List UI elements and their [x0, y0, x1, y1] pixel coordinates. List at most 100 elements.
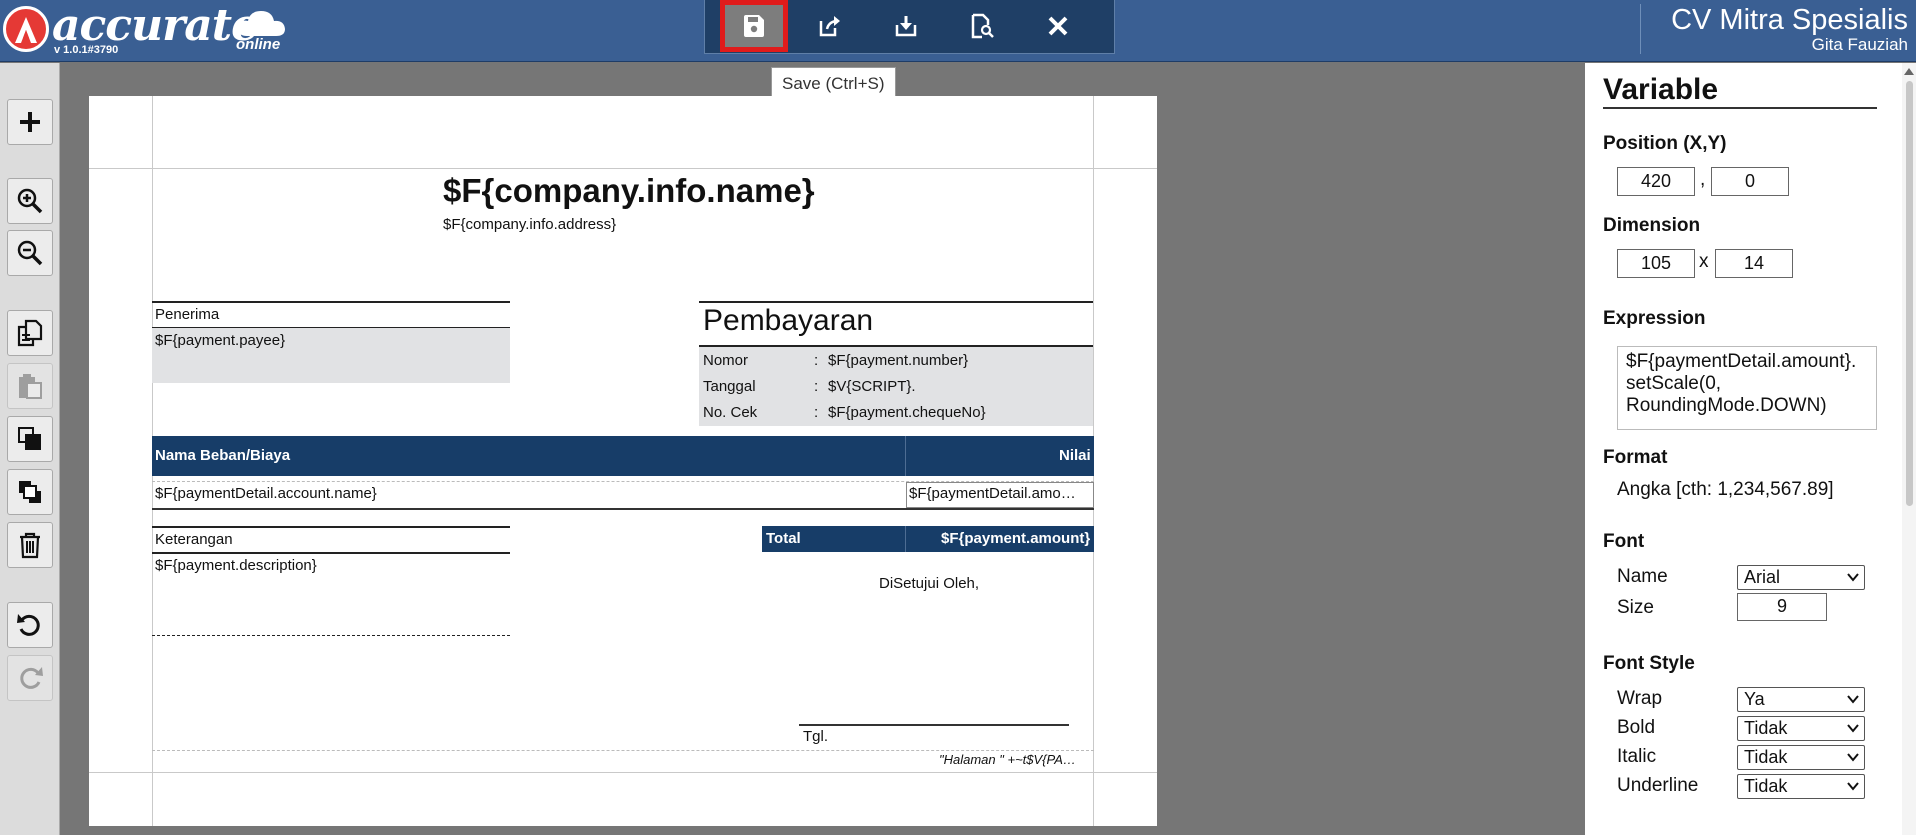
chevron-down-icon — [1847, 753, 1859, 762]
page-number-field[interactable]: "Halaman " +~t$V{PA… — [939, 752, 1076, 767]
scroll-up-icon[interactable] — [1904, 67, 1914, 75]
notes-label[interactable]: Keterangan — [155, 531, 233, 548]
detail-row-bottom-line — [152, 508, 1094, 510]
expression-line-3: RoundingMode.DOWN) — [1626, 395, 1827, 416]
header-name-column[interactable]: Nama Beban/Biaya — [155, 447, 290, 464]
zoom-in-button[interactable] — [7, 178, 53, 224]
company-info: CV Mitra Spesialis Gita Fauziah — [1671, 4, 1908, 55]
total-label[interactable]: Total — [766, 530, 801, 547]
band-guide-bottom — [89, 772, 1157, 773]
payee-field[interactable]: $F{payment.payee} — [155, 332, 285, 349]
send-to-back-button[interactable] — [7, 469, 53, 515]
report-page[interactable]: $F{company.info.name} $F{company.info.ad… — [89, 96, 1157, 826]
panel-scrollbar[interactable] — [1902, 63, 1916, 835]
underline-selected: Tidak — [1744, 776, 1788, 796]
bold-selected: Tidak — [1744, 718, 1788, 738]
approved-by-label[interactable]: DiSetujui Oleh, — [879, 575, 979, 592]
info-sep-cheque: : — [814, 404, 819, 421]
total-amount-field[interactable]: $F{payment.amount} — [941, 530, 1090, 547]
copy-button[interactable] — [7, 310, 53, 356]
italic-label: Italic — [1617, 746, 1657, 767]
wrap-select[interactable]: Ya — [1737, 687, 1865, 712]
close-button[interactable] — [1028, 4, 1088, 48]
export-icon — [819, 16, 840, 37]
send-back-icon — [19, 481, 41, 503]
panel-title-rule — [1603, 107, 1877, 109]
accurate-logo-icon — [3, 6, 49, 52]
font-name-select[interactable]: Arial — [1737, 565, 1865, 590]
info-label-cheque[interactable]: No. Cek — [703, 404, 757, 421]
header-value-column[interactable]: Nilai — [1059, 447, 1091, 464]
user-name: Gita Fauziah — [1811, 35, 1908, 54]
paste-button[interactable] — [7, 363, 53, 409]
redo-button[interactable] — [7, 655, 53, 701]
delete-button[interactable] — [7, 522, 53, 568]
format-value[interactable]: Angka [cth: 1,234,567.89] — [1617, 479, 1834, 501]
info-value-date[interactable]: $V{SCRIPT}. — [828, 378, 916, 395]
info-value-cheque[interactable]: $F{payment.chequeNo} — [828, 404, 986, 421]
brand-suffix: online — [236, 36, 281, 53]
underline-select[interactable]: Tidak — [1737, 774, 1865, 799]
signature-date-label[interactable]: Tgl. — [803, 728, 828, 745]
info-label-date[interactable]: Tanggal — [703, 378, 756, 395]
export-button[interactable] — [800, 4, 860, 48]
italic-selected: Tidak — [1744, 747, 1788, 767]
redo-icon — [20, 667, 43, 689]
add-element-button[interactable] — [7, 99, 53, 145]
dimension-width-input[interactable]: 105 — [1617, 249, 1695, 278]
italic-select[interactable]: Tidak — [1737, 745, 1865, 770]
header-column-divider — [905, 436, 906, 476]
zoom-out-button[interactable] — [7, 230, 53, 276]
notes-dashed-line — [152, 635, 510, 636]
position-label: Position (X,Y) — [1603, 133, 1727, 154]
expression-label: Expression — [1603, 308, 1706, 329]
info-sep-date: : — [814, 378, 819, 395]
wrap-selected: Ya — [1744, 689, 1765, 709]
font-size-label: Size — [1617, 597, 1654, 618]
payment-title[interactable]: Pembayaran — [703, 304, 873, 338]
undo-icon — [17, 614, 40, 636]
expression-line-2: setScale(0, — [1626, 373, 1722, 394]
bring-to-front-button[interactable] — [7, 416, 53, 462]
detail-amount-field[interactable]: $F{paymentDetail.amo… — [909, 485, 1076, 502]
app-header: accurate v 1.0.1#3790 online CV Mitra Sp… — [0, 0, 1916, 62]
expression-line-1: $F{paymentDetail.amount}. — [1626, 351, 1857, 372]
bold-select[interactable]: Tidak — [1737, 716, 1865, 741]
band-guide-top — [89, 168, 1157, 169]
preview-button[interactable] — [952, 4, 1012, 48]
left-sidebar — [0, 63, 60, 835]
font-name-label: Name — [1617, 566, 1668, 587]
chevron-down-icon — [1847, 573, 1859, 582]
company-address-field[interactable]: $F{company.info.address} — [443, 216, 616, 233]
title-top-line — [699, 301, 1093, 303]
cloud-icon — [237, 11, 285, 36]
import-button[interactable] — [876, 4, 936, 48]
app-version: v 1.0.1#3790 — [54, 44, 119, 56]
undo-button[interactable] — [7, 602, 53, 648]
expression-input[interactable]: $F{paymentDetail.amount}. setScale(0, Ro… — [1617, 346, 1877, 430]
position-y-input[interactable]: 0 — [1711, 167, 1789, 196]
info-label-number[interactable]: Nomor — [703, 352, 748, 369]
alignment-label-clipped — [1603, 821, 1753, 835]
header-divider — [1640, 4, 1641, 54]
notes-bottom-line — [152, 552, 510, 554]
payee-label[interactable]: Penerima — [155, 306, 219, 323]
detail-account-field[interactable]: $F{paymentDetail.account.name} — [155, 485, 377, 502]
notes-field[interactable]: $F{payment.description} — [155, 557, 317, 574]
import-icon — [895, 16, 917, 37]
dimension-height-input[interactable]: 14 — [1715, 249, 1793, 278]
company-name-field[interactable]: $F{company.info.name} — [443, 172, 815, 210]
preview-icon — [971, 13, 994, 39]
close-icon — [1048, 16, 1068, 36]
plus-icon — [20, 112, 40, 132]
font-size-input[interactable]: 9 — [1737, 593, 1827, 621]
panel-scroll-thumb[interactable] — [1906, 81, 1913, 506]
paste-icon — [19, 374, 42, 399]
accurate-logo: accurate v 1.0.1#3790 online — [0, 0, 300, 62]
signature-line — [799, 724, 1069, 726]
save-button[interactable] — [720, 0, 788, 52]
font-name-selected: Arial — [1744, 567, 1781, 587]
info-value-number[interactable]: $F{payment.number} — [828, 352, 968, 369]
position-x-input[interactable]: 420 — [1617, 167, 1695, 196]
info-sep-number: : — [814, 352, 819, 369]
